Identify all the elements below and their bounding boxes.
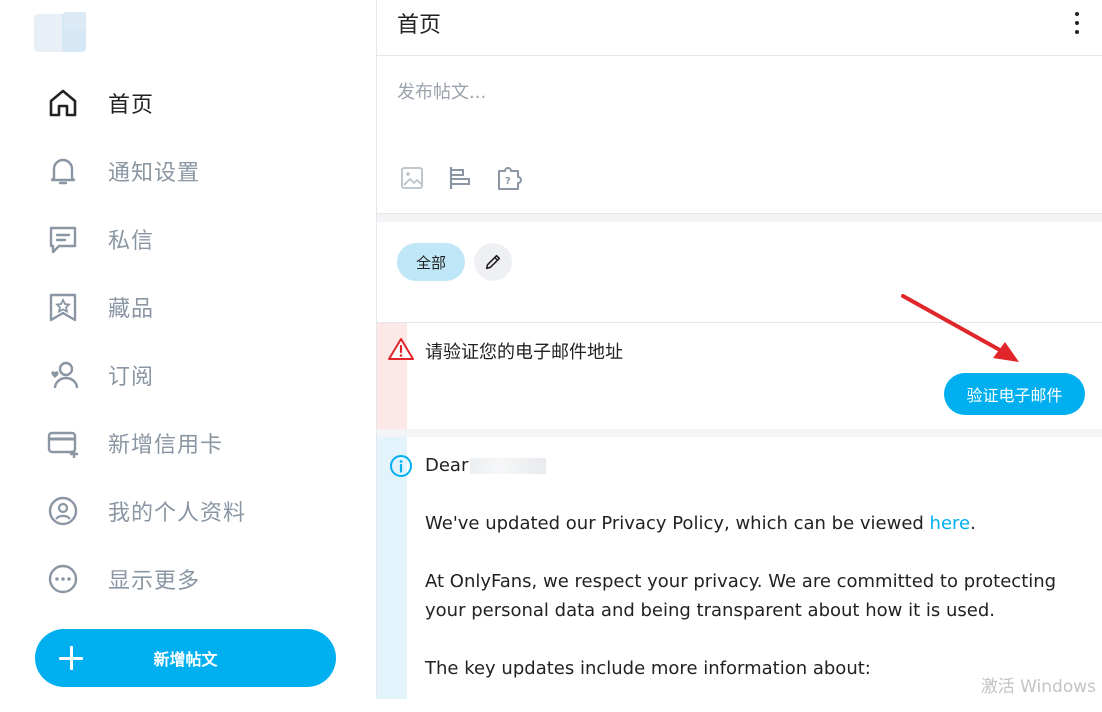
- privacy-notice: Dear We've updated our Privacy Policy, w…: [377, 437, 1102, 699]
- post-input[interactable]: [395, 76, 1079, 108]
- pencil-icon: [485, 254, 501, 270]
- new-post-label: 新增帖文: [153, 652, 218, 669]
- svg-text:?: ?: [505, 176, 511, 187]
- warning-icon: [388, 338, 414, 360]
- sidebar-item-collections[interactable]: 藏品: [40, 282, 350, 332]
- bookmark-icon: [40, 284, 86, 330]
- post-composer: ?: [377, 56, 1102, 214]
- sidebar-item-show-more[interactable]: 显示更多: [40, 554, 350, 604]
- sidebar-item-label: 显示更多: [108, 569, 201, 594]
- bell-icon: [40, 148, 86, 194]
- sidebar-item-profile[interactable]: 我的个人资料: [40, 486, 350, 536]
- sidebar-item-notifications[interactable]: 通知设置: [40, 146, 350, 196]
- edit-filter-button[interactable]: [474, 243, 512, 281]
- poll-icon[interactable]: [445, 163, 475, 193]
- sidebar-item-label: 首页: [108, 93, 155, 118]
- page-title: 首页: [397, 13, 442, 38]
- sidebar-item-label: 订阅: [108, 365, 155, 390]
- sidebar-item-add-card[interactable]: 新增信用卡: [40, 418, 350, 468]
- sidebar-item-label: 私信: [108, 229, 155, 254]
- quiz-icon[interactable]: ?: [494, 163, 524, 193]
- credit-card-add-icon: [40, 420, 86, 466]
- privacy-policy-link[interactable]: here: [930, 513, 971, 534]
- verify-email-button[interactable]: 验证电子邮件: [944, 373, 1085, 415]
- section-divider: [377, 429, 1102, 437]
- new-post-button[interactable]: 新增帖文: [35, 629, 336, 687]
- sidebar-item-home[interactable]: 首页: [40, 78, 350, 128]
- message-icon: [40, 216, 86, 262]
- policy-text: We've updated our Privacy Policy, which …: [425, 513, 930, 534]
- subscriptions-icon: [40, 352, 86, 398]
- profile-icon: [40, 488, 86, 534]
- sidebar-item-subscriptions[interactable]: 订阅: [40, 350, 350, 400]
- policy-text-end: .: [970, 513, 976, 534]
- more-options-icon[interactable]: [1067, 12, 1087, 34]
- watermark: 激活 Windows: [980, 677, 1096, 697]
- alert-message: 请验证您的电子邮件地址: [425, 342, 623, 363]
- privacy-statement: At OnlyFans, we respect your privacy. We…: [425, 571, 1057, 621]
- sidebar-item-label: 通知设置: [108, 161, 201, 186]
- image-icon[interactable]: [397, 163, 427, 193]
- policy-line: We've updated our Privacy Policy, which …: [425, 509, 1095, 538]
- filter-all-chip[interactable]: 全部: [397, 243, 465, 281]
- annotation-arrow-icon: [901, 294, 1019, 362]
- greeting: Dear: [425, 455, 469, 476]
- user-avatar[interactable]: [34, 12, 86, 52]
- greeting-line: Dear: [425, 451, 1095, 480]
- sidebar: 首页 通知设置 私信 藏品 订阅 新增信用卡 我的个人资料 显示更多 新增帖文: [0, 0, 376, 699]
- sidebar-item-label: 我的个人资料: [108, 501, 247, 526]
- info-icon: [390, 455, 412, 477]
- sidebar-item-label: 藏品: [108, 297, 155, 322]
- redacted-name: [470, 458, 547, 474]
- sidebar-item-label: 新增信用卡: [108, 433, 224, 458]
- sidebar-item-messages[interactable]: 私信: [40, 214, 350, 264]
- page-header: 首页: [377, 0, 1102, 56]
- home-icon: [40, 80, 86, 126]
- section-divider: [377, 214, 1102, 222]
- more-circle-icon: [40, 556, 86, 602]
